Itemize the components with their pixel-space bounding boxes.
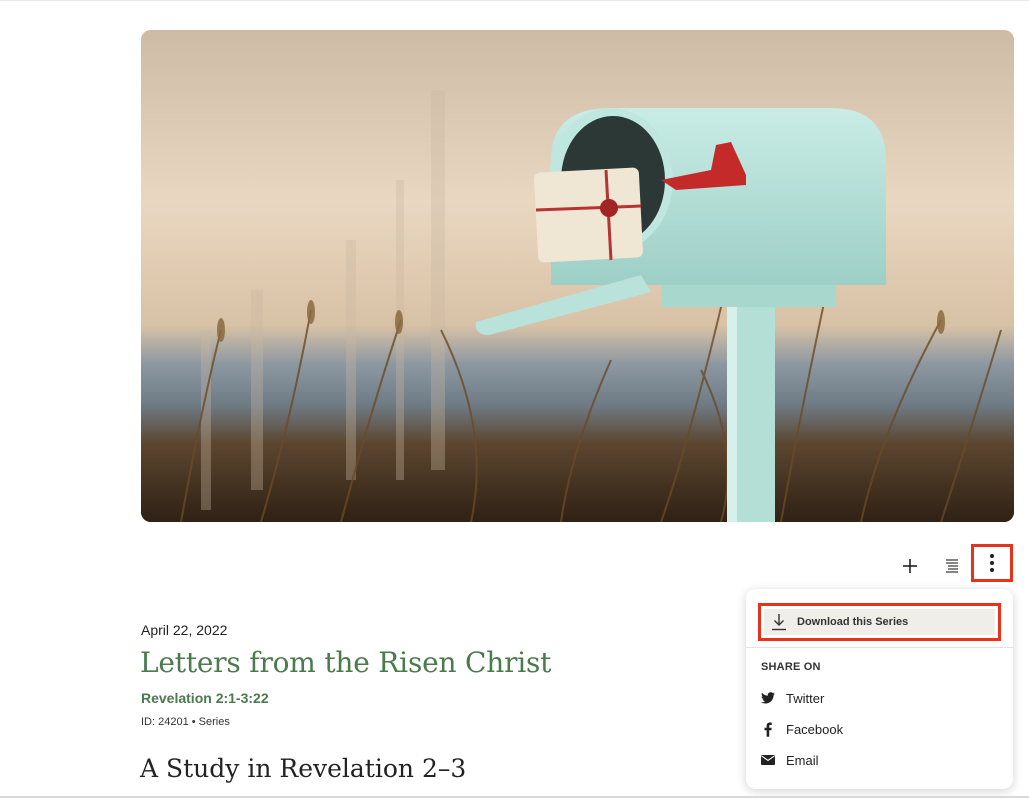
series-title: Letters from the Risen Christ — [140, 646, 552, 679]
add-to-library-button[interactable] — [894, 550, 926, 582]
share-email-item[interactable]: Email — [761, 749, 991, 771]
top-divider — [0, 0, 1029, 1]
series-subtitle: A Study in Revelation 2–3 — [140, 754, 467, 783]
envelope-icon — [761, 753, 775, 767]
list-icon — [946, 559, 958, 573]
download-series-menu-item[interactable]: Download this Series — [758, 603, 1001, 641]
share-heading: SHARE ON — [761, 661, 821, 673]
download-icon — [772, 614, 786, 631]
share-twitter-label: Twitter — [786, 690, 825, 706]
more-options-button[interactable] — [971, 544, 1013, 582]
twitter-icon — [761, 691, 775, 705]
series-date: April 22, 2022 — [141, 622, 228, 638]
more-options-menu: Download this Series SHARE ON Twitter Fa… — [746, 589, 1013, 789]
download-series-label: Download this Series — [797, 616, 909, 628]
share-twitter-item[interactable]: Twitter — [761, 687, 991, 709]
plus-icon — [903, 559, 917, 573]
vertical-ellipsis-icon — [990, 554, 994, 572]
series-hero-image — [141, 30, 1014, 522]
facebook-icon — [761, 721, 775, 737]
share-facebook-label: Facebook — [786, 721, 844, 737]
series-meta: ID: 24201 • Series — [141, 716, 230, 728]
share-facebook-item[interactable]: Facebook — [761, 718, 991, 740]
playlist-button[interactable] — [936, 550, 968, 582]
menu-divider — [746, 647, 1013, 648]
scripture-reference-link[interactable]: Revelation 2:1-3:22 — [141, 690, 269, 706]
share-email-label: Email — [786, 752, 819, 768]
